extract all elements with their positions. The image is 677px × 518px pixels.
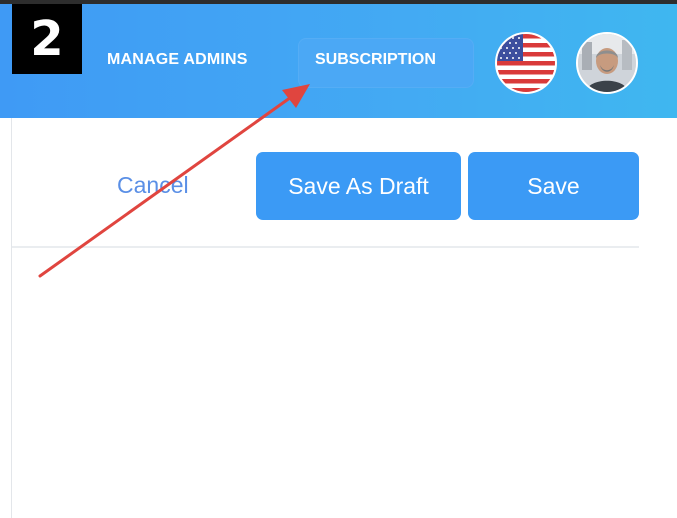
screenshot-stage: MANAGE ADMINS SUBSCRIPTION 2 Cancel Save… bbox=[0, 0, 677, 518]
nav-subscription-label: SUBSCRIPTION bbox=[315, 51, 436, 68]
us-flag-svg bbox=[497, 34, 555, 92]
user-avatar-icon[interactable] bbox=[576, 32, 638, 94]
editor-action-bar: Cancel Save As Draft Save bbox=[12, 150, 639, 222]
step-number-badge: 2 bbox=[12, 4, 82, 74]
save-button[interactable]: Save bbox=[468, 152, 639, 220]
us-flag-icon[interactable] bbox=[495, 32, 557, 94]
cancel-button[interactable]: Cancel bbox=[117, 172, 189, 199]
save-as-draft-button[interactable]: Save As Draft bbox=[256, 152, 461, 220]
nav-subscription-button[interactable]: SUBSCRIPTION bbox=[298, 38, 474, 88]
top-header: MANAGE ADMINS SUBSCRIPTION bbox=[0, 0, 677, 118]
nav-manage-admins[interactable]: MANAGE ADMINS bbox=[107, 51, 248, 69]
toolbar-divider bbox=[12, 246, 639, 248]
user-avatar-svg bbox=[578, 34, 636, 92]
